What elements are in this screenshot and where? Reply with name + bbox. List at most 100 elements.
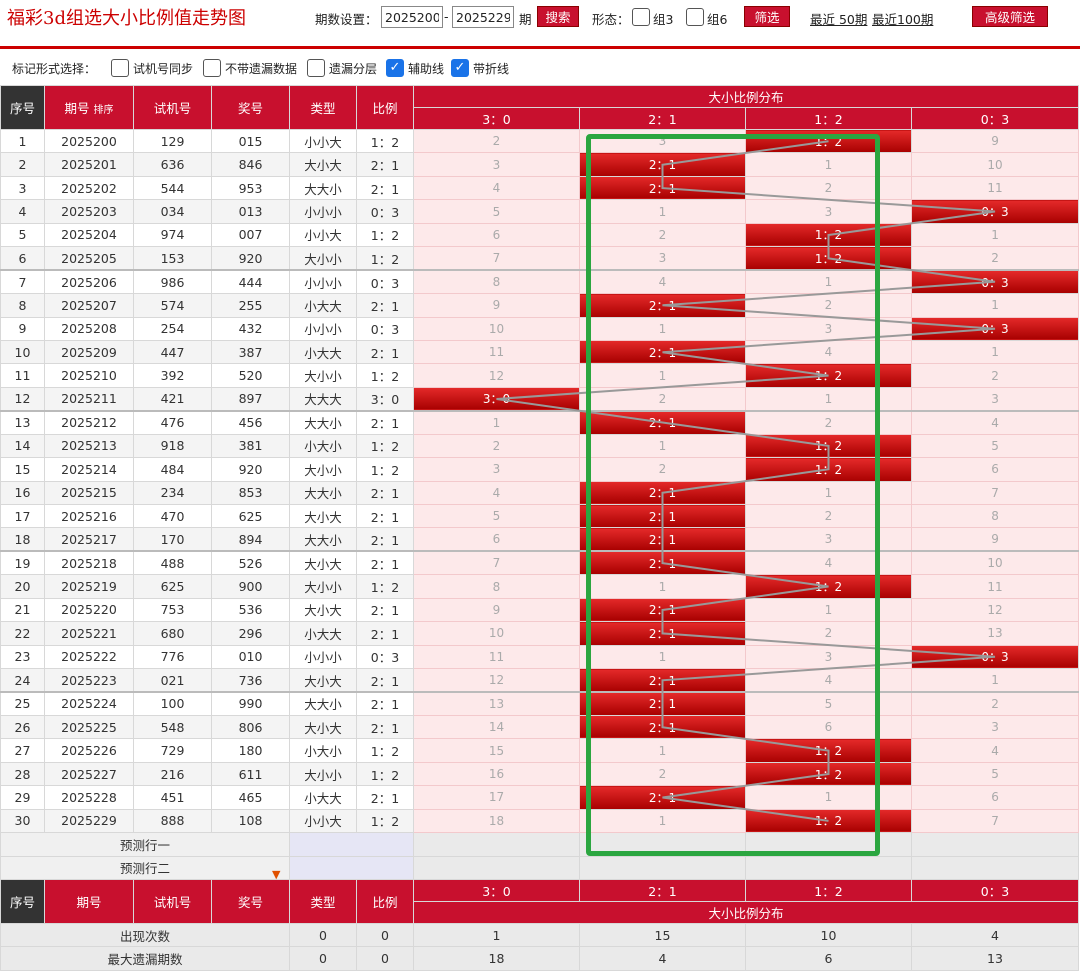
row-seq: 1	[0, 128, 45, 154]
dist-col-21-header: 2：1	[579, 107, 746, 130]
row-prize-number: 897	[211, 386, 290, 412]
dist-hit-cell: 1：2	[745, 574, 912, 599]
predict-row-2-label[interactable]: 预测行二	[0, 855, 290, 881]
footer-dist-header: 大小比例分布	[412, 901, 1080, 924]
sort-toggle[interactable]: 排序	[94, 105, 114, 116]
dist-hit-cell: 2：1	[579, 175, 746, 201]
dist-miss-cell: 2	[910, 363, 1080, 388]
predict-row-2-type-cell[interactable]	[289, 855, 414, 881]
row-ratio: 0：3	[356, 199, 414, 224]
footer-col-12-header: 1：2	[745, 879, 912, 902]
row-prize-number: 953	[211, 175, 290, 201]
predict-row-2-cell[interactable]	[910, 855, 1080, 881]
recent-100-link[interactable]: 最近100期	[872, 9, 933, 28]
dist-hit-cell: 0：3	[910, 644, 1080, 670]
dist-miss-cell: 12	[910, 597, 1080, 623]
dist-miss-cell: 6	[910, 785, 1080, 810]
period-to-input[interactable]	[452, 6, 514, 28]
dist-miss-cell: 8	[413, 269, 580, 295]
predict-row-1-cell[interactable]	[413, 832, 580, 857]
row-test-number: 753	[133, 597, 212, 623]
row-issue: 2025215	[44, 480, 134, 506]
predict-row-1-cell[interactable]	[745, 832, 912, 857]
option-3-checkbox[interactable]: ✓	[386, 59, 404, 77]
table-row: 6 2025205 153 920 大小小 1：2 7 3 1：2 2	[0, 246, 1080, 271]
row-issue: 2025227	[44, 761, 134, 787]
predict-row-2-cell[interactable]	[413, 855, 580, 881]
table-row: 15 2025214 484 920 大小小 1：2 3 2 1：2 6	[0, 457, 1080, 482]
table-row: 8 2025207 574 255 小大大 2：1 9 2：1 2 1	[0, 293, 1080, 318]
down-arrow-icon[interactable]: ▼	[272, 868, 280, 881]
form-group6-checkbox[interactable]	[686, 8, 704, 26]
option-1-checkbox[interactable]	[203, 59, 221, 77]
filter-button[interactable]: 筛选	[744, 6, 790, 27]
dist-miss-cell: 1	[910, 339, 1080, 365]
dist-miss-cell: 6	[910, 457, 1080, 482]
dist-hit-cell: 2：1	[579, 714, 746, 740]
dist-miss-cell: 5	[745, 690, 912, 716]
stat-count-type: 0	[289, 922, 357, 948]
table-row: 16 2025215 234 853 大大小 2：1 4 2：1 1 7	[0, 480, 1080, 506]
row-type: 小大小	[289, 433, 357, 459]
row-issue: 2025206	[44, 269, 134, 295]
dist-miss-cell: 16	[413, 761, 580, 787]
row-type: 大小大	[289, 597, 357, 623]
dist-miss-cell: 1	[579, 199, 746, 224]
row-ratio: 2：1	[356, 550, 414, 576]
dist-miss-cell: 7	[413, 550, 580, 576]
row-type: 大小小	[289, 363, 357, 388]
row-test-number: 451	[133, 785, 212, 810]
period-from-input[interactable]	[381, 6, 443, 28]
row-ratio: 2：1	[356, 785, 414, 810]
dist-miss-cell: 2	[745, 175, 912, 201]
footer-issue-header: 期号	[44, 879, 134, 924]
predict-row-1-label[interactable]: 预测行一	[0, 832, 290, 857]
row-prize-number: 456	[211, 409, 290, 435]
row-type: 小大大	[289, 339, 357, 365]
option-4-checkbox[interactable]: ✓	[451, 59, 469, 77]
row-issue: 2025226	[44, 738, 134, 763]
predict-row-2-cell[interactable]	[745, 855, 912, 881]
dist-hit-cell: 1：2	[745, 128, 912, 154]
dist-miss-cell: 14	[413, 714, 580, 740]
row-seq: 15	[0, 457, 45, 482]
predict-row-1-cell[interactable]	[910, 832, 1080, 857]
form-group3-checkbox[interactable]	[632, 8, 650, 26]
recent-50-link[interactable]: 最近 50期	[810, 9, 867, 28]
row-prize-number: 381	[211, 433, 290, 459]
row-prize-number: 920	[211, 457, 290, 482]
table-row: 25 2025224 100 990 大大小 2：1 13 2：1 5 2	[0, 690, 1080, 716]
advanced-filter-button[interactable]: 高级筛选	[972, 6, 1048, 27]
row-seq: 8	[0, 293, 45, 318]
dist-miss-cell: 9	[910, 128, 1080, 154]
dist-col-30-header: 3：0	[413, 107, 580, 130]
search-button[interactable]: 搜索	[537, 6, 579, 27]
table-row: 4 2025203 034 013 小小小 0：3 5 1 3 0：3	[0, 199, 1080, 224]
row-issue: 2025203	[44, 199, 134, 224]
dist-miss-cell: 3	[413, 152, 580, 177]
row-seq: 5	[0, 222, 45, 248]
option-0-checkbox[interactable]	[111, 59, 129, 77]
table-row: 29 2025228 451 465 小大大 2：1 17 2：1 1 6	[0, 785, 1080, 810]
row-prize-number: 536	[211, 597, 290, 623]
predict-row-1-type-cell[interactable]	[289, 832, 414, 857]
col-issue-header[interactable]: 期号 排序	[44, 85, 134, 130]
dist-miss-cell: 3	[910, 386, 1080, 412]
predict-row-2-cell[interactable]	[579, 855, 746, 881]
dist-hit-cell: 1：2	[745, 222, 912, 248]
row-type: 大大小	[289, 409, 357, 435]
dist-miss-cell: 11	[910, 574, 1080, 599]
row-issue: 2025213	[44, 433, 134, 459]
option-2-checkbox[interactable]	[307, 59, 325, 77]
row-test-number: 476	[133, 409, 212, 435]
row-ratio: 0：3	[356, 644, 414, 670]
row-type: 小小小	[289, 644, 357, 670]
dist-miss-cell: 3	[910, 714, 1080, 740]
row-prize-number: 432	[211, 316, 290, 341]
row-prize-number: 520	[211, 363, 290, 388]
row-type: 小大小	[289, 738, 357, 763]
predict-row-1-cell[interactable]	[579, 832, 746, 857]
stat-count-value: 4	[910, 922, 1080, 948]
row-test-number: 216	[133, 761, 212, 787]
row-prize-number: 611	[211, 761, 290, 787]
